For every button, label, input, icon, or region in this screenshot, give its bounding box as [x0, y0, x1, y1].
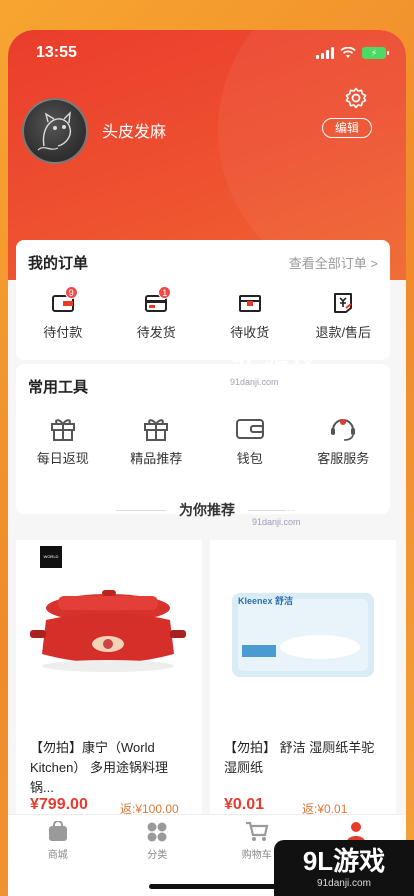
box-icon	[238, 295, 261, 312]
tool-label: 钱包	[236, 451, 263, 466]
tool-daily-cashback[interactable]: 每日返现	[16, 416, 110, 467]
order-badge: 9	[64, 286, 78, 299]
order-item-label: 待付款	[43, 325, 83, 340]
product-card[interactable]: WORLD KITCHEN 【勿拍】康宁（World Kitchen） 多用途锅…	[16, 540, 202, 840]
order-pending-shipment[interactable]: 1 待发货	[110, 286, 204, 341]
corner-watermark-domain: 91danji.com	[317, 878, 371, 889]
status-icons: ⚡	[316, 47, 389, 59]
avatar[interactable]	[22, 98, 88, 164]
watermark-brand: 9L游戏	[230, 345, 317, 375]
tab-label: 商城	[47, 850, 68, 861]
app-screen: 13:55 ⚡ 头皮发麻 编辑 我的订单 查看全部订单 > 9 待付款 1 待发…	[8, 30, 406, 896]
product-image	[210, 560, 396, 710]
tool-wallet[interactable]: 钱包	[203, 416, 297, 467]
order-pending-payment[interactable]: 9 待付款	[16, 286, 110, 341]
gift-icon	[50, 419, 75, 441]
order-item-label: 退款/售后	[315, 325, 372, 340]
signal-icon	[316, 47, 334, 59]
watermark-domain: 91danji.com	[230, 377, 279, 387]
order-status-row: 9 待付款 1 待发货 待收货 退款/售后	[16, 286, 391, 341]
username: 头皮发麻	[102, 124, 167, 141]
tab-label: 分类	[147, 850, 168, 861]
headset-icon	[331, 419, 356, 441]
tool-label: 精品推荐	[130, 451, 183, 466]
order-refund[interactable]: 退款/售后	[297, 290, 391, 341]
edit-profile-button[interactable]: 编辑	[322, 118, 372, 138]
package-brand: Kleenex 舒洁	[238, 596, 294, 606]
status-time: 13:55	[36, 44, 77, 61]
grid-icon	[147, 822, 167, 842]
product-name: 【勿拍】康宁（World Kitchen） 多用途锅料理锅...	[30, 740, 168, 795]
order-badge: 1	[158, 286, 172, 299]
status-bar: 13:55 ⚡	[8, 44, 406, 64]
view-all-orders-link[interactable]: 查看全部订单 >	[289, 253, 378, 272]
tool-customer-service[interactable]: 客服服务	[297, 416, 391, 467]
orders-title: 我的订单	[28, 255, 89, 272]
tab-shop[interactable]: 商城	[8, 815, 108, 896]
product-name: 【勿拍】 舒洁 湿厕纸羊驼湿厕纸	[224, 740, 375, 775]
corner-watermark: 9L游戏 91danji.com	[274, 840, 414, 896]
recommend-title: 为你推荐	[179, 502, 235, 518]
refund-icon	[334, 293, 353, 313]
home-indicator	[149, 884, 281, 889]
avatar-cat-icon	[37, 111, 72, 151]
product-card[interactable]: Kleenex 舒洁 【勿拍】 舒洁 湿厕纸羊驼湿厕纸 ¥0.01 返:¥0.0…	[210, 540, 396, 840]
watermark: 9L游戏 91danji.com	[252, 480, 338, 527]
product-image	[16, 560, 202, 710]
product-price: ¥799.00	[30, 796, 88, 813]
pot-icon	[30, 590, 186, 672]
watermark-domain: 91danji.com	[252, 517, 301, 527]
gear-icon[interactable]	[344, 86, 368, 110]
wifi-icon	[340, 47, 356, 58]
watermark-brand: 9L游戏	[252, 485, 339, 515]
orders-card: 我的订单 查看全部订单 > 9 待付款 1 待发货 待收货 退款/售后	[16, 240, 390, 360]
tool-featured[interactable]: 精品推荐	[110, 416, 204, 467]
cart-icon	[245, 821, 269, 841]
wallet-icon	[235, 419, 264, 439]
gift-icon	[144, 419, 169, 441]
tab-label: 购物车	[241, 850, 272, 861]
tool-label: 客服服务	[317, 451, 370, 466]
order-item-label: 待收货	[230, 325, 270, 340]
watermark: 9L游戏 91danji.com	[230, 340, 316, 387]
order-item-label: 待发货	[136, 325, 176, 340]
corner-watermark-brand: 9L游戏	[302, 846, 386, 876]
tools-row: 每日返现 精品推荐 钱包 客服服务	[16, 416, 390, 467]
tool-label: 每日返现	[36, 451, 89, 466]
shop-icon	[48, 821, 67, 841]
tools-title: 常用工具	[28, 379, 89, 396]
order-pending-receipt[interactable]: 待收货	[203, 290, 297, 341]
battery-icon: ⚡	[362, 47, 389, 59]
product-price: ¥0.01	[224, 796, 265, 813]
